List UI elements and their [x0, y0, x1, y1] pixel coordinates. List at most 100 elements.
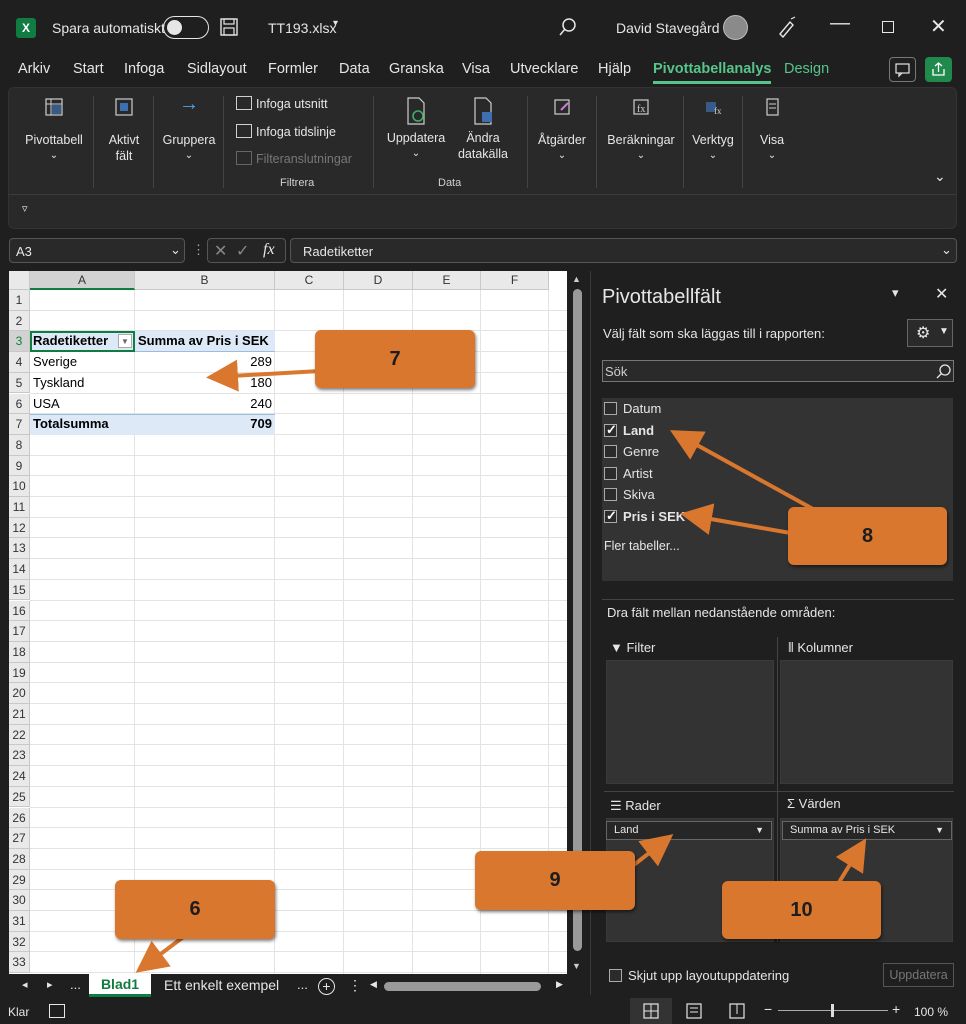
field-item[interactable]: Pris i SEK: [604, 508, 685, 524]
row-header[interactable]: 24: [9, 766, 30, 787]
field-checkbox[interactable]: [604, 422, 617, 438]
uppdatera-button[interactable]: Uppdatera ⌄: [381, 96, 451, 162]
filter-drop-area[interactable]: [606, 660, 774, 784]
pivot-row-label[interactable]: USA: [33, 396, 132, 414]
page-break-icon[interactable]: [729, 1003, 745, 1019]
tab-scroll-right-icon[interactable]: ▸: [47, 978, 53, 991]
tab-options-icon[interactable]: ⋮: [348, 977, 362, 994]
row-header[interactable]: 16: [9, 600, 30, 622]
row-header[interactable]: 17: [9, 621, 30, 642]
filter-dropdown-icon[interactable]: ▼: [118, 334, 132, 349]
field-item[interactable]: Land: [604, 422, 654, 438]
page-layout-icon[interactable]: [686, 1003, 702, 1019]
scroll-down-icon[interactable]: ▼: [572, 961, 581, 971]
row-header[interactable]: 6: [9, 393, 30, 415]
hscroll-left-icon[interactable]: ◀: [370, 979, 377, 990]
defer-checkbox-box[interactable]: [609, 969, 622, 982]
row-header[interactable]: 18: [9, 641, 30, 663]
pivot-row-label[interactable]: Sverige: [33, 354, 132, 372]
pane-options-chevron-icon[interactable]: ▾: [892, 285, 899, 301]
atgarder-button[interactable]: Åtgärder ⌄: [531, 96, 593, 164]
row-header[interactable]: 27: [9, 828, 30, 849]
infoga-utsnitt-button[interactable]: Infoga utsnitt: [236, 96, 328, 111]
row-header[interactable]: 22: [9, 724, 30, 746]
filename-chevron-icon[interactable]: ▾: [333, 18, 338, 29]
zoom-in-icon[interactable]: +: [892, 1001, 900, 1017]
row-header[interactable]: 13: [9, 538, 30, 560]
menu-design[interactable]: Design: [784, 61, 829, 77]
field-settings-button[interactable]: ⚙ ▼: [907, 319, 953, 347]
field-checkbox[interactable]: [604, 508, 617, 524]
field-checkbox[interactable]: [604, 488, 617, 501]
row-header[interactable]: 25: [9, 786, 30, 808]
berakningar-button[interactable]: fx Beräkningar ⌄: [601, 96, 681, 164]
insert-function-icon[interactable]: fx: [263, 241, 275, 259]
pivot-row-value[interactable]: 180: [138, 375, 272, 393]
pane-close-icon[interactable]: ✕: [935, 284, 948, 304]
pivot-row-value[interactable]: 289: [138, 354, 272, 372]
field-item[interactable]: Genre: [604, 444, 659, 459]
avatar[interactable]: [723, 15, 748, 40]
field-checkbox[interactable]: [604, 445, 617, 458]
comments-button[interactable]: [889, 57, 916, 82]
menu-utvecklare[interactable]: Utvecklare: [510, 61, 579, 77]
row-header[interactable]: 5: [9, 372, 30, 394]
menu-start[interactable]: Start: [73, 61, 104, 77]
zoom-slider-thumb[interactable]: [831, 1004, 834, 1017]
row-header[interactable]: 3: [9, 331, 30, 353]
field-checkbox[interactable]: [604, 466, 617, 480]
close-icon[interactable]: ✕: [930, 14, 947, 39]
tab-more-left[interactable]: ...: [70, 977, 81, 992]
row-header[interactable]: 30: [9, 890, 30, 911]
column-header[interactable]: E: [413, 271, 481, 290]
pivot-row-value[interactable]: 240: [138, 396, 272, 414]
tab-scroll-left-icon[interactable]: ◂: [22, 978, 28, 991]
column-header[interactable]: A: [30, 271, 135, 290]
tab-blad1[interactable]: Blad1: [89, 974, 151, 997]
autosave-toggle[interactable]: [163, 16, 209, 39]
row-header[interactable]: 1: [9, 290, 30, 311]
pivot-total-label[interactable]: Totalsumma: [33, 416, 132, 434]
pen-icon[interactable]: [776, 16, 796, 38]
menu-formler[interactable]: Formler: [268, 61, 318, 77]
menu-granska[interactable]: Granska: [389, 61, 444, 77]
maximize-icon[interactable]: [882, 21, 894, 33]
tab-ett-enkelt-exempel[interactable]: Ett enkelt exempel: [164, 977, 279, 993]
cancel-entry-icon[interactable]: ✕: [214, 241, 227, 261]
scroll-up-icon[interactable]: ▲: [572, 274, 581, 284]
save-icon[interactable]: [220, 18, 238, 36]
row-header[interactable]: 10: [9, 476, 30, 497]
search-icon[interactable]: [558, 17, 578, 37]
menu-data[interactable]: Data: [339, 61, 370, 77]
add-sheet-icon[interactable]: +: [318, 978, 335, 995]
zoom-out-icon[interactable]: −: [764, 1001, 772, 1017]
row-header[interactable]: 29: [9, 869, 30, 891]
more-tables-link[interactable]: Fler tabeller...: [604, 539, 680, 553]
row-header[interactable]: 26: [9, 807, 30, 829]
field-item[interactable]: Datum: [604, 401, 661, 416]
confirm-entry-icon[interactable]: ✓: [236, 241, 249, 261]
pivot-total-value[interactable]: 709: [138, 416, 272, 434]
field-item[interactable]: Artist: [604, 466, 653, 481]
column-header[interactable]: B: [135, 271, 275, 290]
tab-more-right[interactable]: ...: [297, 977, 308, 992]
column-header[interactable]: F: [481, 271, 549, 290]
row-header[interactable]: 8: [9, 434, 30, 456]
formula-expand-chevron-icon[interactable]: ⌄: [941, 242, 952, 258]
row-header[interactable]: 19: [9, 662, 30, 684]
share-button[interactable]: [925, 57, 952, 82]
infoga-tidslinje-button[interactable]: Infoga tidslinje: [236, 124, 336, 139]
accessibility-icon[interactable]: [49, 1004, 65, 1018]
menu-infoga[interactable]: Infoga: [124, 61, 164, 77]
rows-field-land[interactable]: Land ▼: [606, 821, 772, 840]
row-header[interactable]: 11: [9, 497, 30, 518]
row-header[interactable]: 2: [9, 310, 30, 332]
gruppera-button[interactable]: → Gruppera ⌄: [157, 94, 221, 164]
formula-input[interactable]: Radetiketter ⌄: [290, 238, 957, 263]
user-name[interactable]: David Stavegård: [616, 20, 720, 36]
name-box[interactable]: A3 ⌄: [9, 238, 185, 263]
row-header[interactable]: 28: [9, 848, 30, 870]
field-checkbox[interactable]: [604, 402, 617, 415]
values-field-summa[interactable]: Summa av Pris i SEK ▼: [782, 821, 952, 840]
horizontal-scroll-thumb[interactable]: [384, 982, 541, 991]
